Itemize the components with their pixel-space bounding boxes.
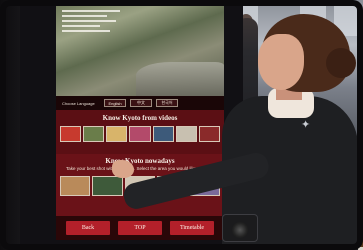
- videos-section: Know Kyoto from videos: [56, 110, 224, 154]
- video-thumbnail[interactable]: [152, 126, 174, 142]
- language-button-korean[interactable]: 한국어: [156, 99, 178, 107]
- video-thumbnail[interactable]: [198, 126, 220, 142]
- star-pin-icon: ✦: [301, 119, 311, 131]
- hero-photo: [56, 4, 224, 96]
- camera-lens: [232, 222, 248, 238]
- video-thumbnail[interactable]: [60, 126, 82, 142]
- hero-vertical-text: [62, 10, 126, 35]
- language-bar: Choose Language English 中文 한국어: [56, 96, 224, 110]
- woman-face: [258, 34, 304, 90]
- videos-section-title: Know Kyoto from videos: [102, 114, 178, 122]
- video-thumbnail[interactable]: [106, 126, 128, 142]
- video-thumbnail[interactable]: [129, 126, 151, 142]
- language-button-english[interactable]: English: [104, 99, 126, 107]
- language-button-chinese[interactable]: 中文: [130, 99, 152, 107]
- area-thumbnail[interactable]: [60, 176, 91, 196]
- photo-scene: Choose Language English 中文 한국어 Know Kyot…: [0, 0, 363, 250]
- timetable-button[interactable]: Timetable: [170, 221, 214, 235]
- woman-hair-bun: [326, 48, 356, 78]
- video-thumbnail[interactable]: [83, 126, 105, 142]
- woman-hand: [112, 160, 134, 178]
- video-thumbnails: [56, 126, 224, 142]
- top-button[interactable]: TOP: [118, 221, 162, 235]
- area-thumbnail[interactable]: [92, 176, 123, 196]
- kiosk-cabinet: Choose Language English 中文 한국어 Know Kyot…: [20, 0, 243, 250]
- kiosk-nav: Back TOP Timetable: [56, 216, 224, 240]
- back-button[interactable]: Back: [66, 221, 110, 235]
- nowadays-section-title: Know Kyoto nowadays: [105, 157, 175, 165]
- language-label: Choose Language: [62, 100, 95, 106]
- hero-rocks: [136, 62, 224, 96]
- video-thumbnail[interactable]: [175, 126, 197, 142]
